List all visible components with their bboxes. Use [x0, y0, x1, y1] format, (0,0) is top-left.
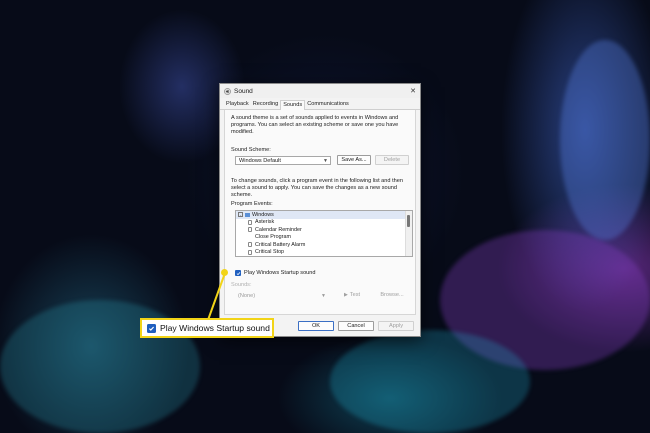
tab-communications[interactable]: Communications: [305, 100, 351, 109]
change-description: To change sounds, click a program event …: [231, 178, 403, 198]
test-label: Test: [349, 292, 361, 298]
wallpaper-blob: [560, 40, 650, 240]
title-bar: Sound ✕: [220, 84, 420, 98]
tab-recording[interactable]: Recording: [251, 100, 281, 109]
theme-description: A sound theme is a set of sounds applied…: [231, 115, 399, 135]
check-icon: [149, 326, 155, 331]
list-item[interactable]: Critical Stop: [236, 249, 412, 257]
close-button[interactable]: ✕: [406, 84, 420, 98]
speaker-icon: [248, 249, 252, 255]
event-name: Close Program: [255, 234, 291, 241]
speaker-icon: [248, 242, 252, 248]
tab-sounds[interactable]: Sounds: [280, 100, 306, 110]
sounds-select[interactable]: (None) ▼: [235, 291, 330, 300]
event-name: Asterisk: [255, 219, 275, 226]
tab-strip: Playback Recording Sounds Communications: [220, 100, 420, 110]
startup-sound-callout: Play Windows Startup sound: [140, 318, 274, 338]
list-item[interactable]: - Windows: [236, 211, 412, 219]
callout-checkbox: [147, 323, 156, 333]
scrollbar-thumb[interactable]: [407, 215, 410, 227]
scheme-value: Windows Default: [239, 157, 281, 164]
check-icon: [236, 271, 240, 275]
list-item[interactable]: Calendar Reminder: [236, 226, 412, 234]
list-item[interactable]: Close Program: [236, 234, 412, 242]
collapse-icon: -: [238, 212, 243, 218]
event-name: Critical Stop: [255, 249, 285, 256]
callout-label: Play Windows Startup sound: [160, 323, 270, 333]
play-icon: ▶: [343, 292, 348, 298]
list-item[interactable]: Critical Battery Alarm: [236, 241, 412, 249]
chevron-down-icon: ▼: [323, 157, 328, 164]
browse-button[interactable]: Browse...: [375, 290, 409, 300]
startup-sound-label[interactable]: Play Windows Startup sound: [244, 270, 316, 276]
list-item[interactable]: Asterisk: [236, 219, 412, 227]
events-scrollbar[interactable]: [405, 211, 412, 256]
cancel-button[interactable]: Cancel: [338, 321, 374, 331]
delete-button[interactable]: Delete: [375, 155, 409, 165]
ok-button[interactable]: OK: [298, 321, 334, 331]
close-icon: ✕: [410, 88, 416, 95]
test-button[interactable]: ▶ Test: [337, 290, 367, 300]
event-name: Windows: [252, 211, 274, 218]
tab-playback[interactable]: Playback: [224, 100, 251, 109]
chevron-down-icon: ▼: [321, 292, 326, 299]
save-as-button[interactable]: Save As...: [337, 155, 371, 165]
apply-button[interactable]: Apply: [378, 321, 414, 331]
callout-anchor-dot: [221, 269, 228, 276]
event-name: Calendar Reminder: [255, 226, 302, 233]
sounds-value: (None): [238, 292, 256, 299]
scheme-label: Sound Scheme:: [231, 147, 271, 153]
speaker-icon: [248, 219, 252, 225]
startup-sound-checkbox[interactable]: [235, 270, 241, 276]
program-events-label: Program Events:: [231, 201, 273, 207]
speaker-icon: [224, 87, 231, 95]
sounds-label: Sounds:: [231, 282, 252, 288]
event-name: Critical Battery Alarm: [255, 241, 306, 248]
window-title: Sound: [234, 87, 253, 95]
program-events-list[interactable]: - Windows Asterisk Calendar Reminder Clo…: [235, 210, 413, 257]
sounds-panel: A sound theme is a set of sounds applied…: [224, 110, 416, 315]
sound-scheme-select[interactable]: Windows Default ▼: [235, 156, 331, 165]
wallpaper-blob: [330, 330, 530, 433]
windows-logo-icon: [245, 212, 250, 217]
sound-dialog: Sound ✕ Playback Recording Sounds Commun…: [219, 83, 421, 337]
speaker-icon: [248, 227, 252, 233]
